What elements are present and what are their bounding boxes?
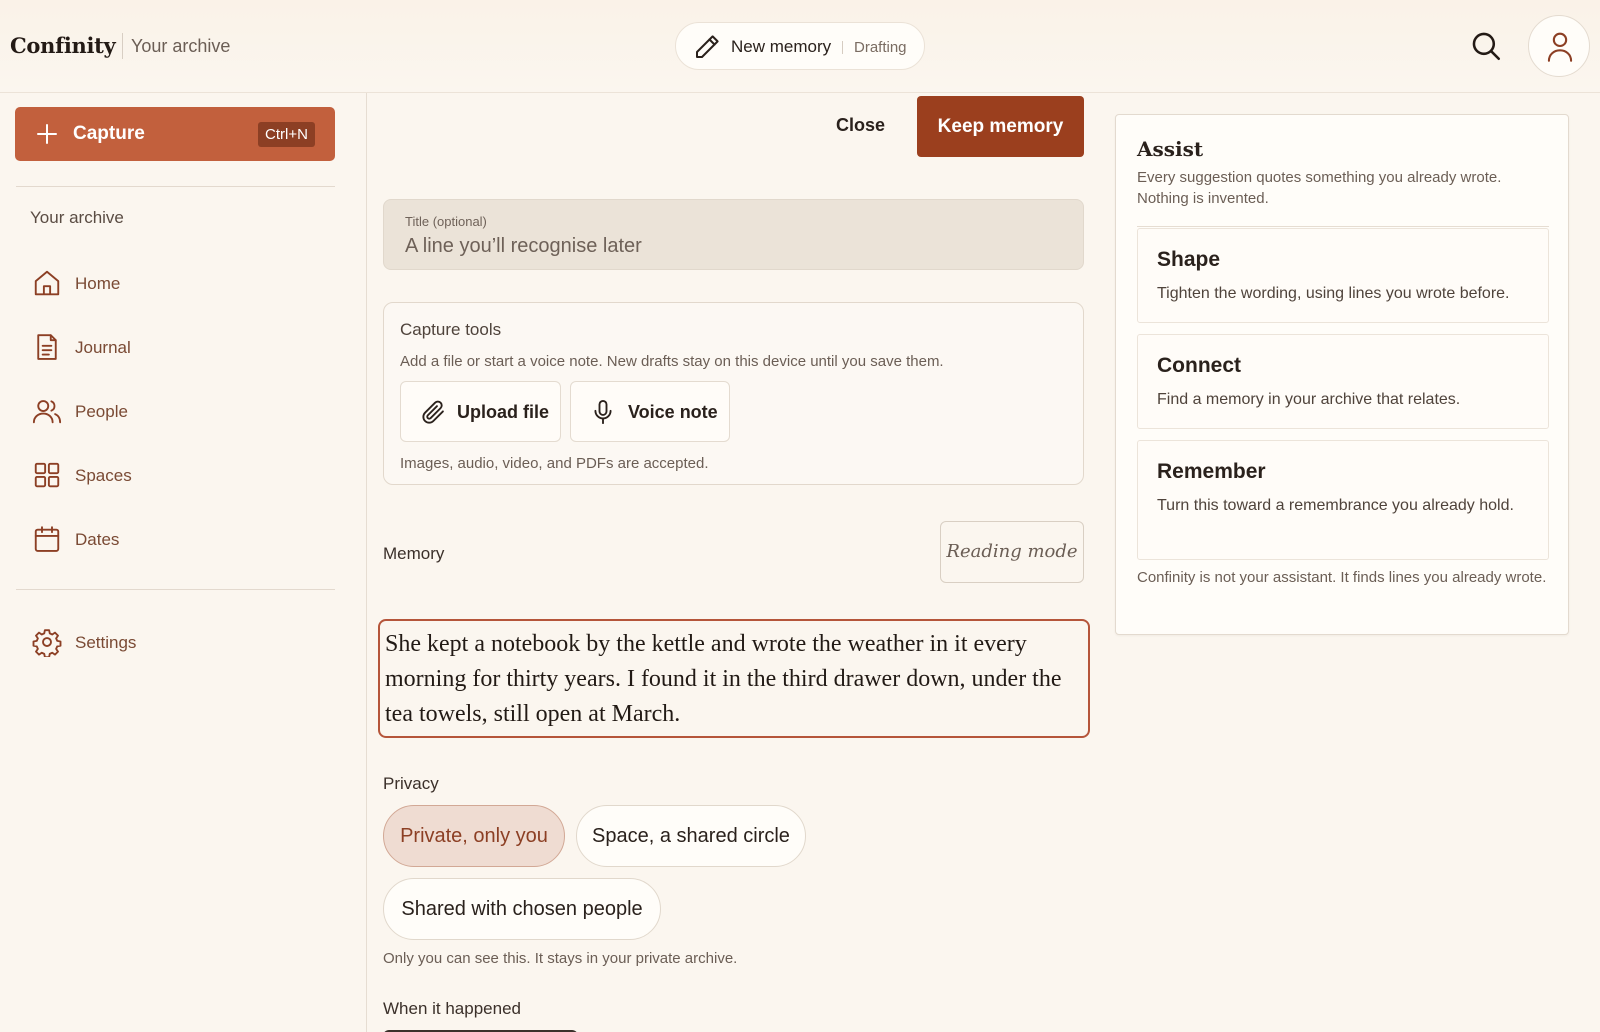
suggestion-description: Turn this toward a remembrance you alrea… (1157, 497, 1514, 514)
voice-note-label: Voice note (628, 402, 718, 422)
capture-tools-card: Capture tools Add a file or start a voic… (383, 302, 1084, 485)
search-button[interactable] (1469, 29, 1503, 63)
top-bar: Confinity Your archive New memory Drafti… (0, 0, 1600, 93)
sidebar-item-label: Journal (75, 338, 131, 357)
pill-divider (842, 41, 843, 54)
assist-footer: Confinity is not your assistant. It find… (1137, 569, 1547, 586)
draft-title: New memory (731, 37, 832, 56)
sidebar-divider (16, 186, 335, 187)
sidebar-divider (16, 589, 335, 590)
memory-editor: Close Keep memory Title (optional) Captu… (368, 93, 1090, 1032)
upload-file-button[interactable]: Upload file (400, 381, 561, 442)
memory-textarea[interactable]: She kept a notebook by the kettle and wr… (378, 619, 1090, 738)
pencil-icon (692, 32, 722, 62)
sidebar-item-label: Settings (75, 633, 137, 652)
close-button[interactable]: Close (830, 111, 891, 140)
sidebar-item-spaces[interactable]: Spaces (30, 456, 330, 496)
when-label: When it happened (383, 999, 521, 1018)
gear-icon (32, 627, 62, 657)
archive-label: Your archive (131, 36, 231, 56)
sidebar-item-label: People (75, 402, 128, 421)
suggestion-shape[interactable]: Shape Tighten the wording, using lines y… (1137, 228, 1549, 323)
accepted-formats-note: Images, audio, video, and PDFs are accep… (400, 455, 709, 472)
privacy-option-chosen-people[interactable]: Shared with chosen people (383, 878, 661, 940)
capture-shortcut: Ctrl+N (258, 122, 315, 147)
capture-label: Capture (73, 123, 145, 144)
suggestion-title: Remember (1157, 460, 1266, 483)
privacy-option-private[interactable]: Private, only you (383, 805, 565, 867)
capture-tools-title: Capture tools (400, 320, 502, 339)
memory-label: Memory (383, 544, 445, 563)
sidebar-item-label: Spaces (75, 466, 132, 485)
paperclip-icon (419, 398, 447, 426)
capture-tools-description: Add a file or start a voice note. New dr… (400, 353, 944, 370)
suggestion-description: Tighten the wording, using lines you wro… (1157, 285, 1510, 302)
suggestion-title: Shape (1157, 248, 1221, 271)
assist-description: Every suggestion quotes something you al… (1137, 169, 1502, 207)
sidebar-section-label: Your archive (30, 208, 124, 227)
voice-note-button[interactable]: Voice note (570, 381, 730, 442)
journal-icon (32, 332, 62, 362)
calendar-icon (32, 524, 62, 554)
capture-button[interactable]: Capture Ctrl+N (15, 107, 335, 161)
assist-title: Assist (1137, 137, 1204, 161)
keep-memory-button[interactable]: Keep memory (917, 96, 1084, 157)
search-icon (1469, 29, 1503, 63)
assist-panel: Assist Every suggestion quotes something… (1115, 114, 1569, 635)
brand-divider (122, 33, 123, 59)
sidebar-item-label: Dates (75, 530, 120, 549)
suggestion-connect[interactable]: Connect Find a memory in your archive th… (1137, 334, 1549, 429)
title-field-label: Title (optional) (405, 214, 487, 229)
home-icon (32, 268, 62, 298)
avatar-button[interactable] (1528, 15, 1590, 77)
sidebar-item-dates[interactable]: Dates (30, 520, 330, 560)
privacy-hint: Only you can see this. It stays in your … (383, 950, 738, 967)
suggestion-description: Find a memory in your archive that relat… (1157, 391, 1461, 408)
privacy-label: Privacy (383, 774, 439, 793)
sidebar-item-people[interactable]: People (30, 392, 330, 432)
upload-file-label: Upload file (457, 402, 550, 422)
plus-icon (35, 122, 59, 146)
people-icon (32, 396, 62, 426)
microphone-icon (589, 398, 617, 426)
title-input[interactable] (405, 232, 1055, 260)
sidebar: Capture Ctrl+N Your archive Home Journal… (0, 93, 367, 1032)
draft-status-pill: New memory Drafting (675, 22, 925, 70)
assist-divider (1137, 226, 1549, 227)
sidebar-item-label: Home (75, 274, 121, 293)
sidebar-item-settings[interactable]: Settings (30, 623, 330, 663)
sidebar-item-journal[interactable]: Journal (30, 328, 330, 368)
suggestion-title: Connect (1157, 354, 1241, 377)
suggestion-remember[interactable]: Remember Turn this toward a remembrance … (1137, 440, 1549, 560)
brand-logo[interactable]: Confinity (10, 33, 116, 58)
title-field[interactable]: Title (optional) (383, 199, 1084, 270)
sidebar-item-home[interactable]: Home (30, 264, 330, 304)
spaces-icon (32, 460, 62, 490)
privacy-option-space[interactable]: Space, a shared circle (576, 805, 806, 867)
reading-mode-button[interactable]: Reading mode (940, 521, 1084, 583)
draft-status: Drafting (854, 39, 907, 56)
